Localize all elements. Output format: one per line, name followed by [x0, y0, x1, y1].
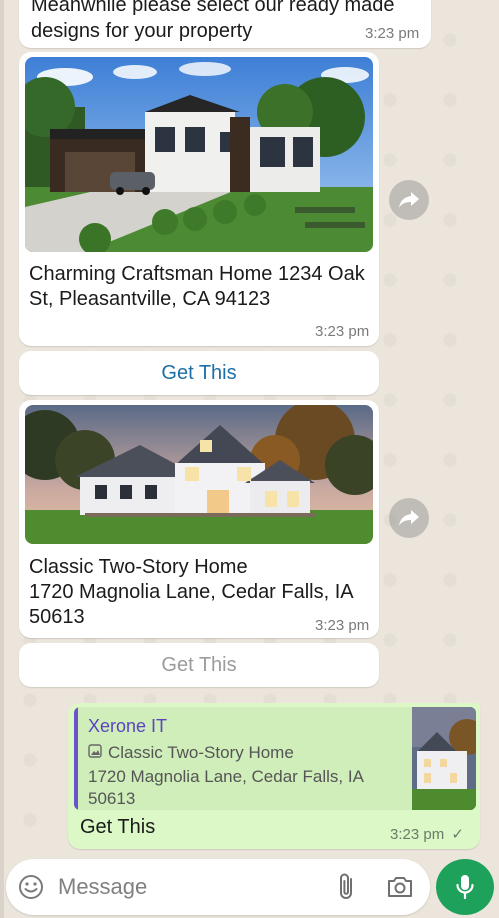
property-photo-modern-house[interactable] — [25, 57, 373, 252]
quoted-message[interactable]: Xerone IT Classic Two-Story Home 1720 Ma… — [74, 707, 476, 810]
quoted-address: 1720 Magnolia Lane, Cedar Falls, IA 5061… — [88, 767, 364, 808]
quoted-title-row: Classic Two-Story Home — [88, 743, 294, 763]
quoted-sender: Xerone IT — [88, 716, 168, 736]
message-time-row: 3:23 pm ✓ — [390, 825, 464, 843]
camera-icon[interactable] — [386, 874, 414, 900]
message-text: Get This — [80, 816, 156, 838]
message-composer — [6, 859, 430, 915]
property-photo-two-story-house[interactable] — [25, 405, 373, 544]
property-card-two-story[interactable]: Classic Two-Story Home 1720 Magnolia Lan… — [19, 400, 379, 638]
quote-bar — [74, 707, 78, 810]
outgoing-message-reply[interactable]: Xerone IT Classic Two-Story Home 1720 Ma… — [68, 703, 480, 849]
message-input[interactable] — [58, 869, 318, 905]
message-time: 3:23 pm — [315, 323, 370, 340]
sent-check-icon: ✓ — [451, 826, 464, 843]
get-this-button-disabled[interactable]: Get This — [19, 643, 379, 687]
emoji-icon[interactable] — [18, 874, 44, 900]
forward-icon[interactable] — [389, 180, 429, 220]
microphone-icon[interactable] — [436, 859, 494, 915]
paperclip-icon[interactable] — [335, 872, 359, 902]
edge-strip — [0, 0, 4, 918]
message-time: 3:23 pm — [365, 25, 420, 42]
photo-icon — [88, 743, 102, 763]
property-card-craftsman[interactable]: Charming Craftsman Home 1234 Oak St, Ple… — [19, 52, 379, 346]
quoted-title: Classic Two-Story Home — [108, 743, 294, 762]
quoted-thumbnail — [412, 707, 476, 810]
incoming-message-intro[interactable]: Meanwhile please select our ready made d… — [19, 0, 431, 48]
forward-icon[interactable] — [389, 498, 429, 538]
property-description: Charming Craftsman Home 1234 Oak St, Ple… — [29, 263, 365, 310]
get-this-button[interactable]: Get This — [19, 351, 379, 395]
message-time: 3:23 pm — [390, 826, 445, 843]
message-time: 3:23 pm — [315, 617, 370, 634]
